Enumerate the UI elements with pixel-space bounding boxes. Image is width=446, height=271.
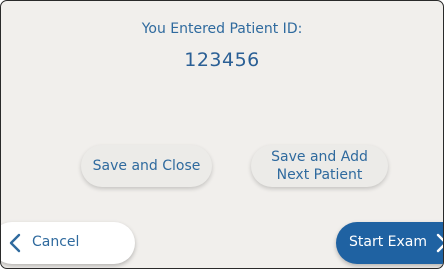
- start-exam-label: Start Exam: [349, 234, 427, 250]
- patient-id-prompt: You Entered Patient ID:: [141, 21, 303, 37]
- chevron-right-icon: [436, 233, 443, 253]
- save-and-close-button[interactable]: Save and Close: [81, 145, 212, 187]
- patient-id-value: 123456: [184, 49, 260, 71]
- cancel-label: Cancel: [32, 234, 80, 250]
- chevron-left-icon: [9, 233, 21, 253]
- device-screen: You Entered Patient ID: 123456 Save and …: [0, 0, 444, 269]
- start-exam-button[interactable]: Start Exam: [336, 222, 443, 264]
- save-and-add-next-patient-button[interactable]: Save and Add Next Patient: [251, 145, 388, 187]
- save-and-add-label-line1: Save and Add: [271, 149, 368, 165]
- save-and-add-label: Save and Add Next Patient: [271, 148, 368, 184]
- save-and-close-label: Save and Close: [92, 158, 201, 174]
- cancel-button[interactable]: Cancel: [1, 222, 135, 264]
- save-and-add-label-line2: Next Patient: [276, 167, 363, 183]
